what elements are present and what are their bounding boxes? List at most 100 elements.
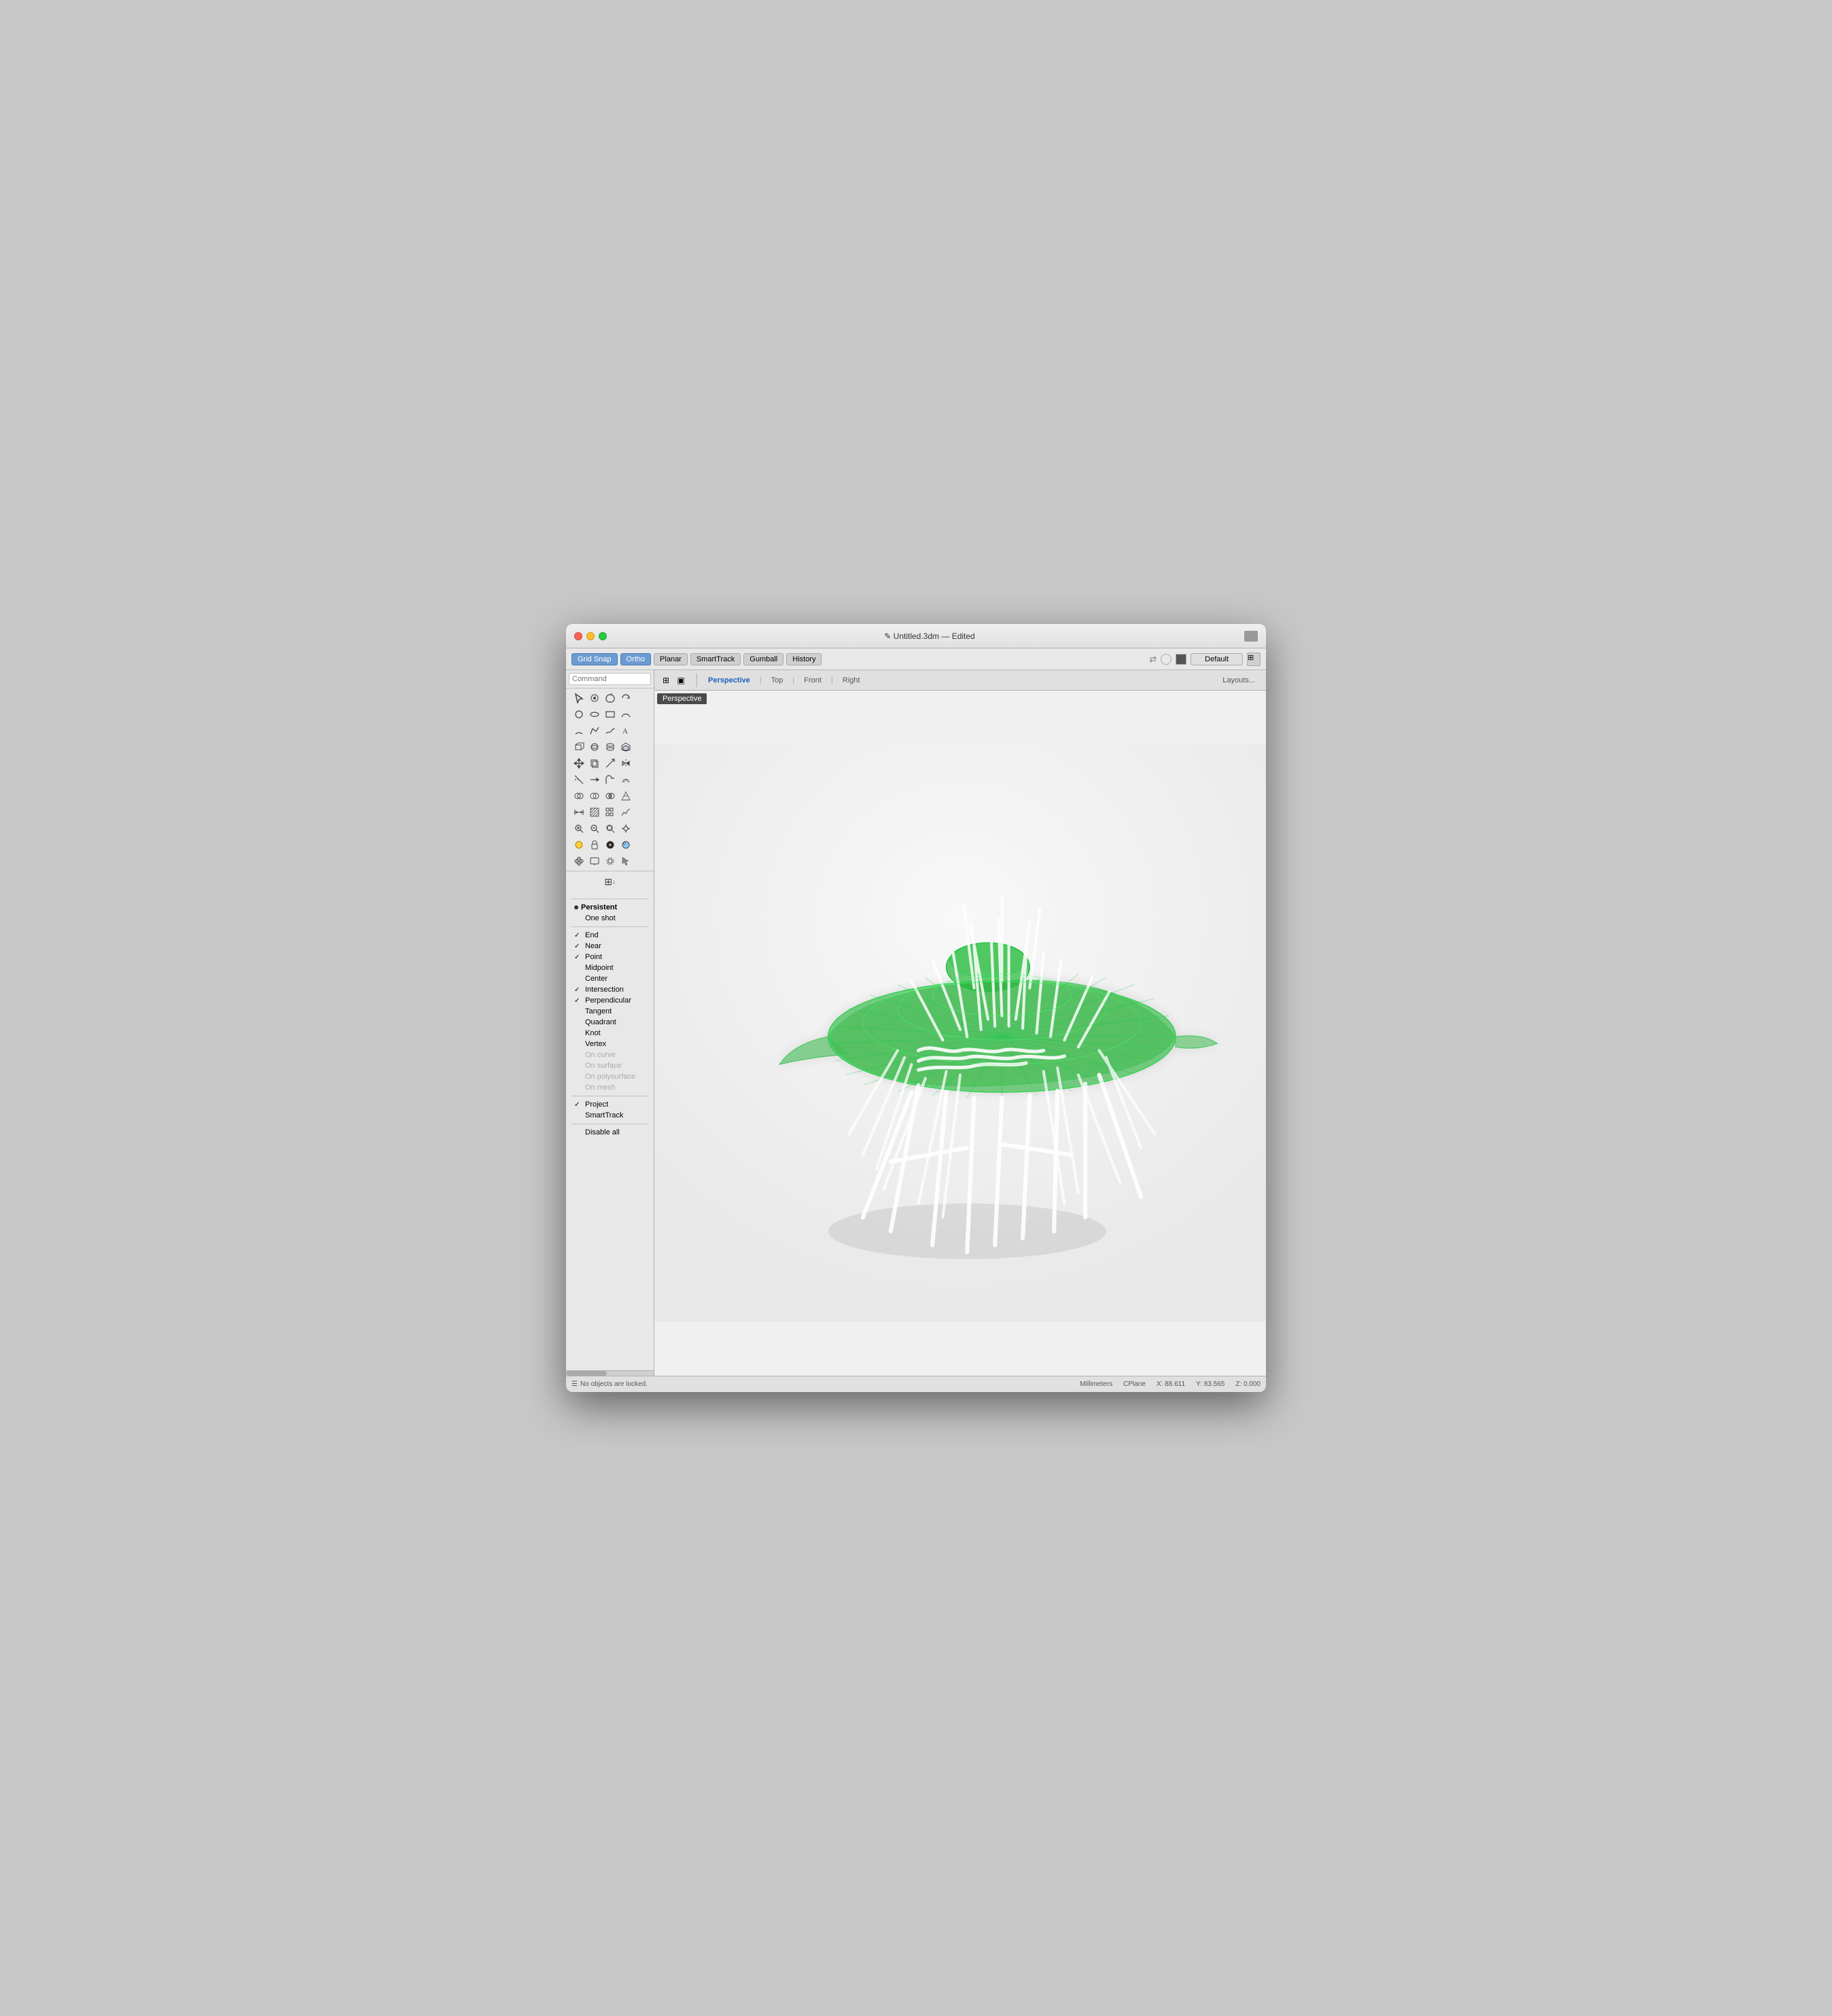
layout-tool[interactable]: ⊞↓ (571, 874, 648, 889)
pan-tool[interactable] (618, 821, 633, 836)
tab-perspective[interactable]: Perspective (701, 674, 757, 687)
material-tool[interactable] (618, 837, 633, 852)
snap-on-polysurface[interactable]: On polysurface (571, 1071, 648, 1082)
array-tool[interactable] (603, 805, 618, 820)
hatch-tool[interactable] (587, 805, 602, 820)
select-tool[interactable] (571, 691, 586, 706)
rect-tool[interactable] (603, 707, 618, 722)
traffic-lights (574, 632, 607, 640)
layouts-button[interactable]: Layouts... (1217, 675, 1261, 686)
cylinder-tool[interactable] (603, 740, 618, 754)
planar-button[interactable]: Planar (654, 653, 688, 665)
snap-on-curve[interactable]: On curve (571, 1049, 648, 1060)
boolean-diff[interactable] (587, 788, 602, 803)
history-button[interactable]: History (786, 653, 822, 665)
dimension-tool[interactable] (571, 805, 586, 820)
toolbar: Grid Snap Ortho Planar SmartTrack Gumbal… (566, 648, 1266, 670)
ellipse-tool[interactable] (587, 707, 602, 722)
snap-near[interactable]: Near (571, 941, 648, 952)
tools-grid: A (566, 689, 654, 871)
scale-tool[interactable] (603, 756, 618, 771)
gumball-button[interactable]: Gumball (743, 653, 783, 665)
maximize-button[interactable] (599, 632, 607, 640)
grid-snap-button[interactable]: Grid Snap (571, 653, 618, 665)
view-tool[interactable] (571, 854, 586, 869)
rotate-tool[interactable] (618, 691, 633, 706)
snap-knot[interactable]: Knot (571, 1028, 648, 1039)
copy-tool[interactable] (587, 756, 602, 771)
tab-front[interactable]: Front (797, 674, 828, 687)
lock-tool[interactable] (587, 837, 602, 852)
boolean-union[interactable] (571, 788, 586, 803)
color-wheel-tool[interactable] (603, 837, 618, 852)
viewport-grid-icon[interactable]: ⊞ (660, 674, 672, 687)
text-tool[interactable]: A (618, 723, 633, 738)
minimize-button[interactable] (586, 632, 595, 640)
mesh-tool[interactable] (618, 788, 633, 803)
polyline-tool[interactable] (587, 723, 602, 738)
render-tool[interactable] (571, 837, 586, 852)
snap-on-surface[interactable]: On surface (571, 1060, 648, 1071)
move-tool[interactable] (571, 756, 586, 771)
close-button[interactable] (574, 632, 582, 640)
viewport-single-icon[interactable]: ▣ (675, 674, 687, 687)
snap-intersection[interactable]: Intersection (571, 984, 648, 995)
lasso-tool[interactable] (603, 691, 618, 706)
snap-project[interactable]: Project (571, 1099, 648, 1110)
point-tool[interactable] (587, 691, 602, 706)
snap-one-shot[interactable]: One shot (571, 913, 648, 924)
smart-track-button[interactable]: SmartTrack (690, 653, 741, 665)
grid-view-button[interactable]: ⊞ (1247, 653, 1261, 666)
zoom-extent-tool[interactable] (603, 821, 618, 836)
tab-right[interactable]: Right (836, 674, 867, 687)
trim-tool[interactable] (571, 772, 586, 787)
mirror-tool[interactable] (618, 756, 633, 771)
snap-tangent[interactable]: Tangent (571, 1006, 648, 1017)
snap-one-shot-label: One shot (585, 914, 616, 922)
default-dropdown[interactable]: Default (1191, 653, 1243, 665)
analyze-tool[interactable] (618, 805, 633, 820)
freeform-tool[interactable] (603, 723, 618, 738)
pointer-tool[interactable] (618, 854, 633, 869)
fillet-tool[interactable] (603, 772, 618, 787)
display-tool[interactable] (587, 854, 602, 869)
command-input[interactable] (569, 673, 651, 685)
tab-top[interactable]: Top (764, 674, 790, 687)
circle-tool[interactable] (571, 707, 586, 722)
boolean-intersect[interactable] (603, 788, 618, 803)
snap-smarttrack-label: SmartTrack (585, 1111, 623, 1119)
snap-on-mesh[interactable]: On mesh (571, 1082, 648, 1093)
snap-project-label: Project (585, 1100, 608, 1109)
extra-tools: ⊞↓ (566, 871, 654, 892)
command-input-area (566, 670, 654, 689)
tool-row-8 (569, 804, 651, 820)
viewport[interactable]: Perspective (654, 691, 1266, 1376)
sphere-tool[interactable] (587, 740, 602, 754)
tools-scrollbar[interactable] (566, 1370, 654, 1376)
snap-smarttrack[interactable]: SmartTrack (571, 1110, 648, 1121)
snap-group-persistent[interactable]: Persistent (571, 902, 648, 913)
osnap-tool[interactable] (603, 854, 618, 869)
curve-tool[interactable] (618, 707, 633, 722)
ortho-button[interactable]: Ortho (620, 653, 652, 665)
box-tool[interactable] (571, 740, 586, 754)
color-swatch[interactable] (1176, 654, 1186, 665)
extrude-tool[interactable] (618, 740, 633, 754)
snap-quadrant[interactable]: Quadrant (571, 1017, 648, 1028)
snap-disable-all[interactable]: Disable all (571, 1127, 648, 1138)
tools-scrollbar-thumb[interactable] (566, 1371, 607, 1376)
offset-tool[interactable] (618, 772, 633, 787)
arc-tool[interactable] (571, 723, 586, 738)
zoom-in-tool[interactable] (571, 821, 586, 836)
snap-midpoint[interactable]: Midpoint (571, 962, 648, 973)
zoom-out-tool[interactable] (587, 821, 602, 836)
snap-end[interactable]: End (571, 930, 648, 941)
snap-point[interactable]: Point (571, 952, 648, 962)
tool-row-2 (569, 706, 651, 723)
extend-tool[interactable] (587, 772, 602, 787)
sidebar-toggle[interactable] (1244, 631, 1258, 642)
snap-quadrant-label: Quadrant (585, 1018, 616, 1026)
snap-perpendicular[interactable]: Perpendicular (571, 995, 648, 1006)
snap-center[interactable]: Center (571, 973, 648, 984)
snap-vertex[interactable]: Vertex (571, 1039, 648, 1049)
